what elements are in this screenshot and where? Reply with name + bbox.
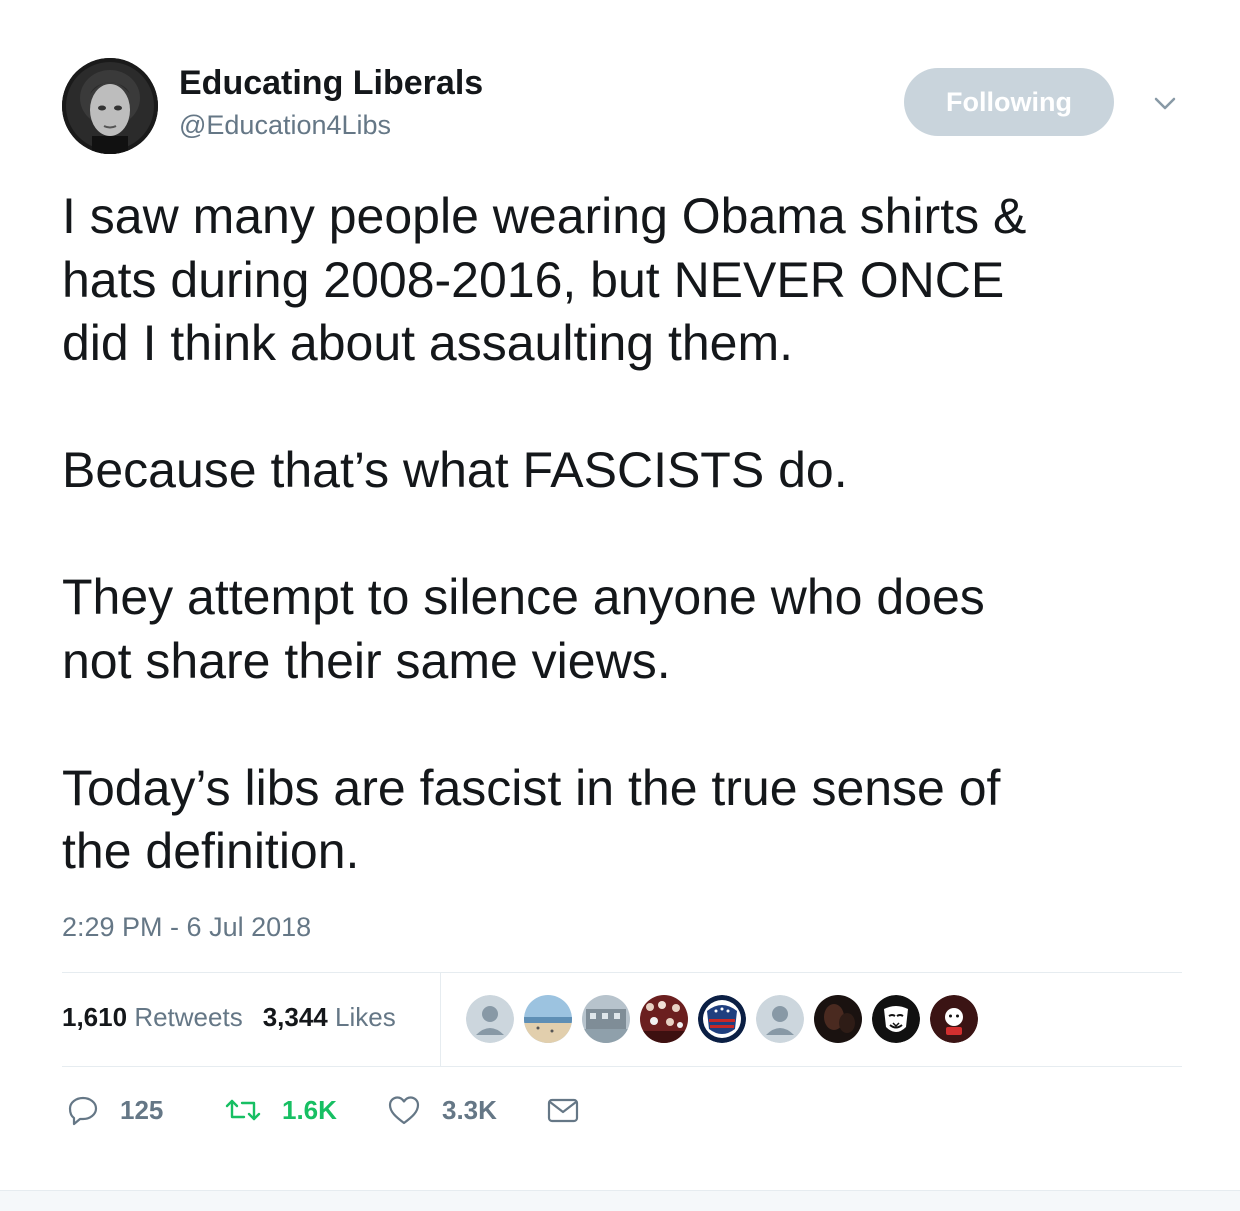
tweet-line: I saw many people wearing Obama shirts & xyxy=(62,188,1027,244)
liker-avatar[interactable] xyxy=(872,995,920,1043)
author-avatar[interactable] xyxy=(62,58,158,154)
tweet-line: Because that’s what FASCISTS do. xyxy=(62,442,848,498)
likes-stat[interactable]: 3,344 Likes xyxy=(263,1002,396,1033)
tweet-line: Today’s libs are fascist in the true sen… xyxy=(62,759,1001,816)
retweets-label: Retweets xyxy=(134,1002,243,1032)
chevron-down-icon[interactable] xyxy=(1150,88,1180,118)
author-handle[interactable]: @Education4Libs xyxy=(179,110,391,141)
like-action[interactable]: 3.3K xyxy=(386,1093,497,1127)
tweet-line: hats during 2008-2016, but NEVER ONCE xyxy=(62,251,1005,308)
tweet-timestamp[interactable]: 2:29 PM - 6 Jul 2018 xyxy=(62,912,311,943)
reply-count: 125 xyxy=(120,1094,164,1125)
following-button[interactable]: Following xyxy=(904,68,1114,136)
likes-count: 3,344 xyxy=(262,1002,328,1032)
reply-action[interactable]: 125 xyxy=(66,1093,163,1127)
tweet-stats: 1,610 Retweets 3,344 Likes xyxy=(62,1002,396,1033)
liker-avatar[interactable] xyxy=(466,995,514,1043)
avatar-photo xyxy=(62,58,158,154)
retweet-icon xyxy=(225,1099,261,1121)
divider xyxy=(62,972,1182,973)
tweet-line: did I think about assaulting them. xyxy=(62,315,794,371)
reply-icon xyxy=(68,1096,98,1126)
liker-avatar[interactable] xyxy=(582,995,630,1043)
bottom-band xyxy=(0,1190,1240,1211)
retweets-stat[interactable]: 1,610 Retweets xyxy=(62,1002,243,1033)
author-display-name[interactable]: Educating Liberals xyxy=(179,64,483,103)
liker-avatars xyxy=(466,995,978,1043)
divider xyxy=(62,1066,1182,1067)
heart-icon xyxy=(388,1096,420,1125)
tweet-line: They attempt to silence anyone who does xyxy=(62,569,985,625)
liker-avatar[interactable] xyxy=(814,995,862,1043)
envelope-icon xyxy=(547,1098,579,1123)
retweet-action[interactable]: 1.6K xyxy=(224,1093,337,1127)
retweet-count: 1.6K xyxy=(282,1094,337,1125)
liker-avatar[interactable] xyxy=(640,995,688,1043)
direct-message-action[interactable] xyxy=(546,1093,580,1127)
liker-avatar[interactable] xyxy=(930,995,978,1043)
tweet-text: I saw many people wearing Obama shirts &… xyxy=(62,185,1202,884)
liker-avatar[interactable] xyxy=(524,995,572,1043)
liker-avatar[interactable] xyxy=(698,995,746,1043)
likes-label: Likes xyxy=(335,1002,396,1032)
tweet-line: not share their same views. xyxy=(62,632,671,689)
like-count: 3.3K xyxy=(442,1094,497,1125)
retweets-count: 1,610 xyxy=(62,1002,128,1032)
tweet-line: the definition. xyxy=(62,823,360,879)
divider xyxy=(440,972,441,1066)
liker-avatar[interactable] xyxy=(756,995,804,1043)
